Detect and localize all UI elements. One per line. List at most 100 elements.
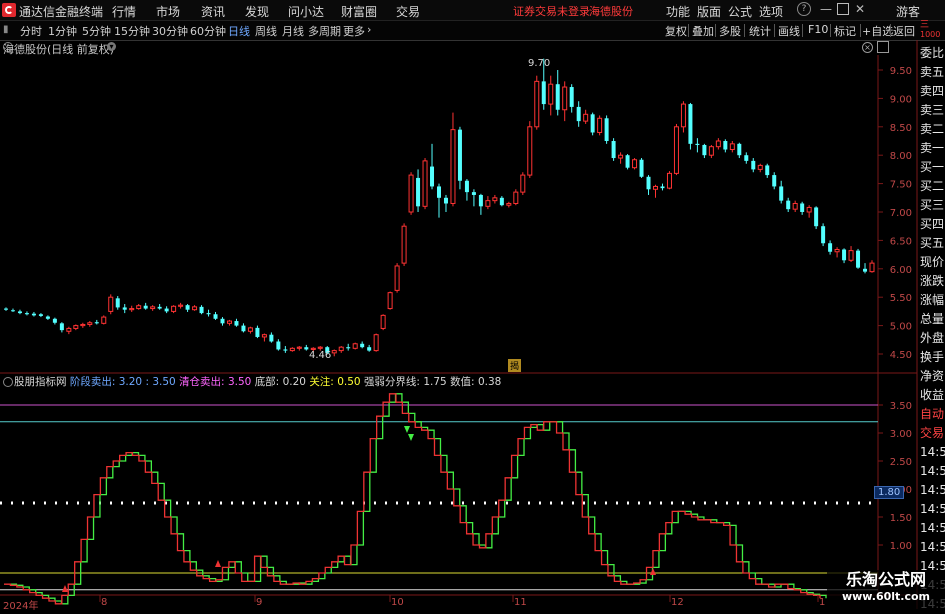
toolbar-divider xyxy=(715,24,716,37)
menu-item-market[interactable]: 市场 xyxy=(156,3,180,20)
toolbar-divider xyxy=(688,24,689,37)
menu-item-discover[interactable]: 发现 xyxy=(245,3,269,20)
indicator-tick-label: 1.00 xyxy=(890,541,912,552)
menu-item-formula[interactable]: 公式 xyxy=(728,3,752,20)
period-monthly[interactable]: 月线 xyxy=(282,23,304,39)
menu-item-functions[interactable]: 功能 xyxy=(666,3,690,20)
period-more[interactable]: 更多 xyxy=(343,23,365,39)
trade-login-status[interactable]: 证券交易未登录 xyxy=(513,3,590,19)
help-icon[interactable]: ? xyxy=(797,2,811,16)
action-statistics[interactable]: 统计 xyxy=(749,23,771,39)
period-15min[interactable]: 15分钟 xyxy=(114,23,150,39)
sidebar-item[interactable]: 14:56 xyxy=(920,481,945,500)
legend-bottom-value: 0.20 xyxy=(282,376,306,388)
sidebar-item[interactable]: 净资 xyxy=(920,367,945,386)
period-30min[interactable]: 30分钟 xyxy=(152,23,188,39)
menu-item-trade[interactable]: 交易 xyxy=(396,3,420,20)
action-adjust[interactable]: 复权 xyxy=(665,23,687,39)
close-icon[interactable]: ✕ xyxy=(855,2,865,16)
action-overlay[interactable]: 叠加 xyxy=(692,23,714,39)
sidebar-item[interactable]: 14:56 xyxy=(920,462,945,481)
sidebar-item[interactable]: 现价 xyxy=(920,253,945,272)
candle-body xyxy=(737,143,742,156)
sidebar-item[interactable]: 委比 xyxy=(920,44,945,63)
candle-body xyxy=(38,314,43,316)
sidebar-item[interactable]: 买三 xyxy=(920,196,945,215)
zoom-indicator[interactable]: 三 1000 xyxy=(920,21,940,40)
watermark: 乐淘公式网 www.60lt.com xyxy=(827,570,945,609)
period-multi[interactable]: 多周期 xyxy=(308,23,341,39)
price-tick-label: 9.00 xyxy=(890,94,912,105)
legend-bottom-label: 底部: xyxy=(254,376,280,388)
action-f10[interactable]: F10 xyxy=(808,23,828,36)
period-intraday[interactable]: 分时 xyxy=(20,23,42,39)
candle-body xyxy=(164,308,169,312)
indicator-green-line xyxy=(10,393,827,605)
candle-body xyxy=(304,347,309,350)
price-tick-label: 6.50 xyxy=(890,236,912,247)
sidebar-item[interactable]: 自动 xyxy=(920,405,945,424)
sidebar-item[interactable]: 卖一 xyxy=(920,139,945,158)
period-daily[interactable]: 日线 xyxy=(228,23,250,39)
maximize-icon[interactable] xyxy=(837,3,849,15)
sidebar-item[interactable]: 卖三 xyxy=(920,101,945,120)
indicator-legend: 股朋指标网 阶段卖出: 3.20 : 3.50 清仓卖出: 3.50 底部: 0… xyxy=(14,374,501,389)
menu-item-news[interactable]: 资讯 xyxy=(201,3,225,20)
sidebar-item[interactable]: 换手 xyxy=(920,348,945,367)
menu-item-assistant[interactable]: 问小达 xyxy=(288,3,324,20)
legend-clear-sell-label: 清仓卖出: xyxy=(179,376,225,388)
candle-body xyxy=(848,250,854,261)
user-guest[interactable]: 游客 xyxy=(896,3,920,20)
price-tick-label: 9.50 xyxy=(890,66,912,77)
menu-item-layout[interactable]: 版面 xyxy=(697,3,721,20)
sidebar-item[interactable]: 14:56 xyxy=(920,443,945,462)
sidebar-item[interactable]: 卖五 xyxy=(920,63,945,82)
candle-body xyxy=(24,313,29,315)
price-tick-label: 7.00 xyxy=(890,208,912,219)
period-5min[interactable]: 5分钟 xyxy=(82,23,111,39)
minimize-icon[interactable]: — xyxy=(820,2,832,16)
candle-body xyxy=(464,180,469,193)
sidebar-item[interactable]: 14:56 xyxy=(920,500,945,519)
menu-item-quotes[interactable]: 行情 xyxy=(112,3,136,20)
candle-body xyxy=(220,318,225,324)
action-back[interactable]: 返回 xyxy=(893,23,915,39)
candle-body xyxy=(569,87,574,107)
sidebar-item[interactable]: 卖四 xyxy=(920,82,945,101)
sidebar-item[interactable]: 交易 xyxy=(920,424,945,443)
toolbar-grip-icon[interactable]: ▮ xyxy=(3,24,9,35)
legend-stage-sell-value: 3.20 : 3.50 xyxy=(118,376,176,388)
candle-body xyxy=(317,346,323,349)
sidebar-item[interactable]: 总量 xyxy=(920,310,945,329)
event-badge[interactable]: 揭 xyxy=(508,359,522,372)
sidebar-item[interactable]: 买二 xyxy=(920,177,945,196)
period-weekly[interactable]: 周线 xyxy=(255,23,277,39)
sidebar-item[interactable]: 买五 xyxy=(920,234,945,253)
chart-canvas[interactable]: 9.50 9.00 8.50 8.00 7.50 7.00 6.50 6.00 5.50 5.00… xyxy=(0,40,945,609)
action-mark[interactable]: 标记 xyxy=(834,23,856,39)
sidebar-item[interactable]: 14:56 xyxy=(920,538,945,557)
price-tick-label: 5.00 xyxy=(890,322,912,333)
action-add-watchlist[interactable]: +自选 xyxy=(862,23,893,39)
period-1min[interactable]: 1分钟 xyxy=(48,23,77,39)
sidebar-item[interactable]: 涨幅 xyxy=(920,291,945,310)
sidebar-item[interactable]: 收益 xyxy=(920,386,945,405)
indicator-toggle-icon[interactable] xyxy=(3,377,13,387)
sidebar-item[interactable]: 买一 xyxy=(920,158,945,177)
sidebar-item[interactable]: 卖二 xyxy=(920,120,945,139)
sidebar-item[interactable]: 14:56 xyxy=(920,519,945,538)
menu-item-wealth-circle[interactable]: 财富圈 xyxy=(341,3,377,20)
menu-item-options[interactable]: 选项 xyxy=(759,3,783,20)
action-multi-stock[interactable]: 多股 xyxy=(719,23,741,39)
legend-value-value: 0.38 xyxy=(477,376,502,388)
candle-body xyxy=(646,176,651,190)
sidebar-item[interactable]: 买四 xyxy=(920,215,945,234)
candle-body xyxy=(157,306,162,309)
candle-body xyxy=(437,186,441,198)
chevron-right-icon[interactable]: › xyxy=(367,23,371,36)
indicator-name[interactable]: 股朋指标网 xyxy=(14,376,67,388)
action-draw[interactable]: 画线 xyxy=(778,23,800,39)
sidebar-item[interactable]: 涨跌 xyxy=(920,272,945,291)
sidebar-item[interactable]: 外盘 xyxy=(920,329,945,348)
period-60min[interactable]: 60分钟 xyxy=(190,23,226,39)
